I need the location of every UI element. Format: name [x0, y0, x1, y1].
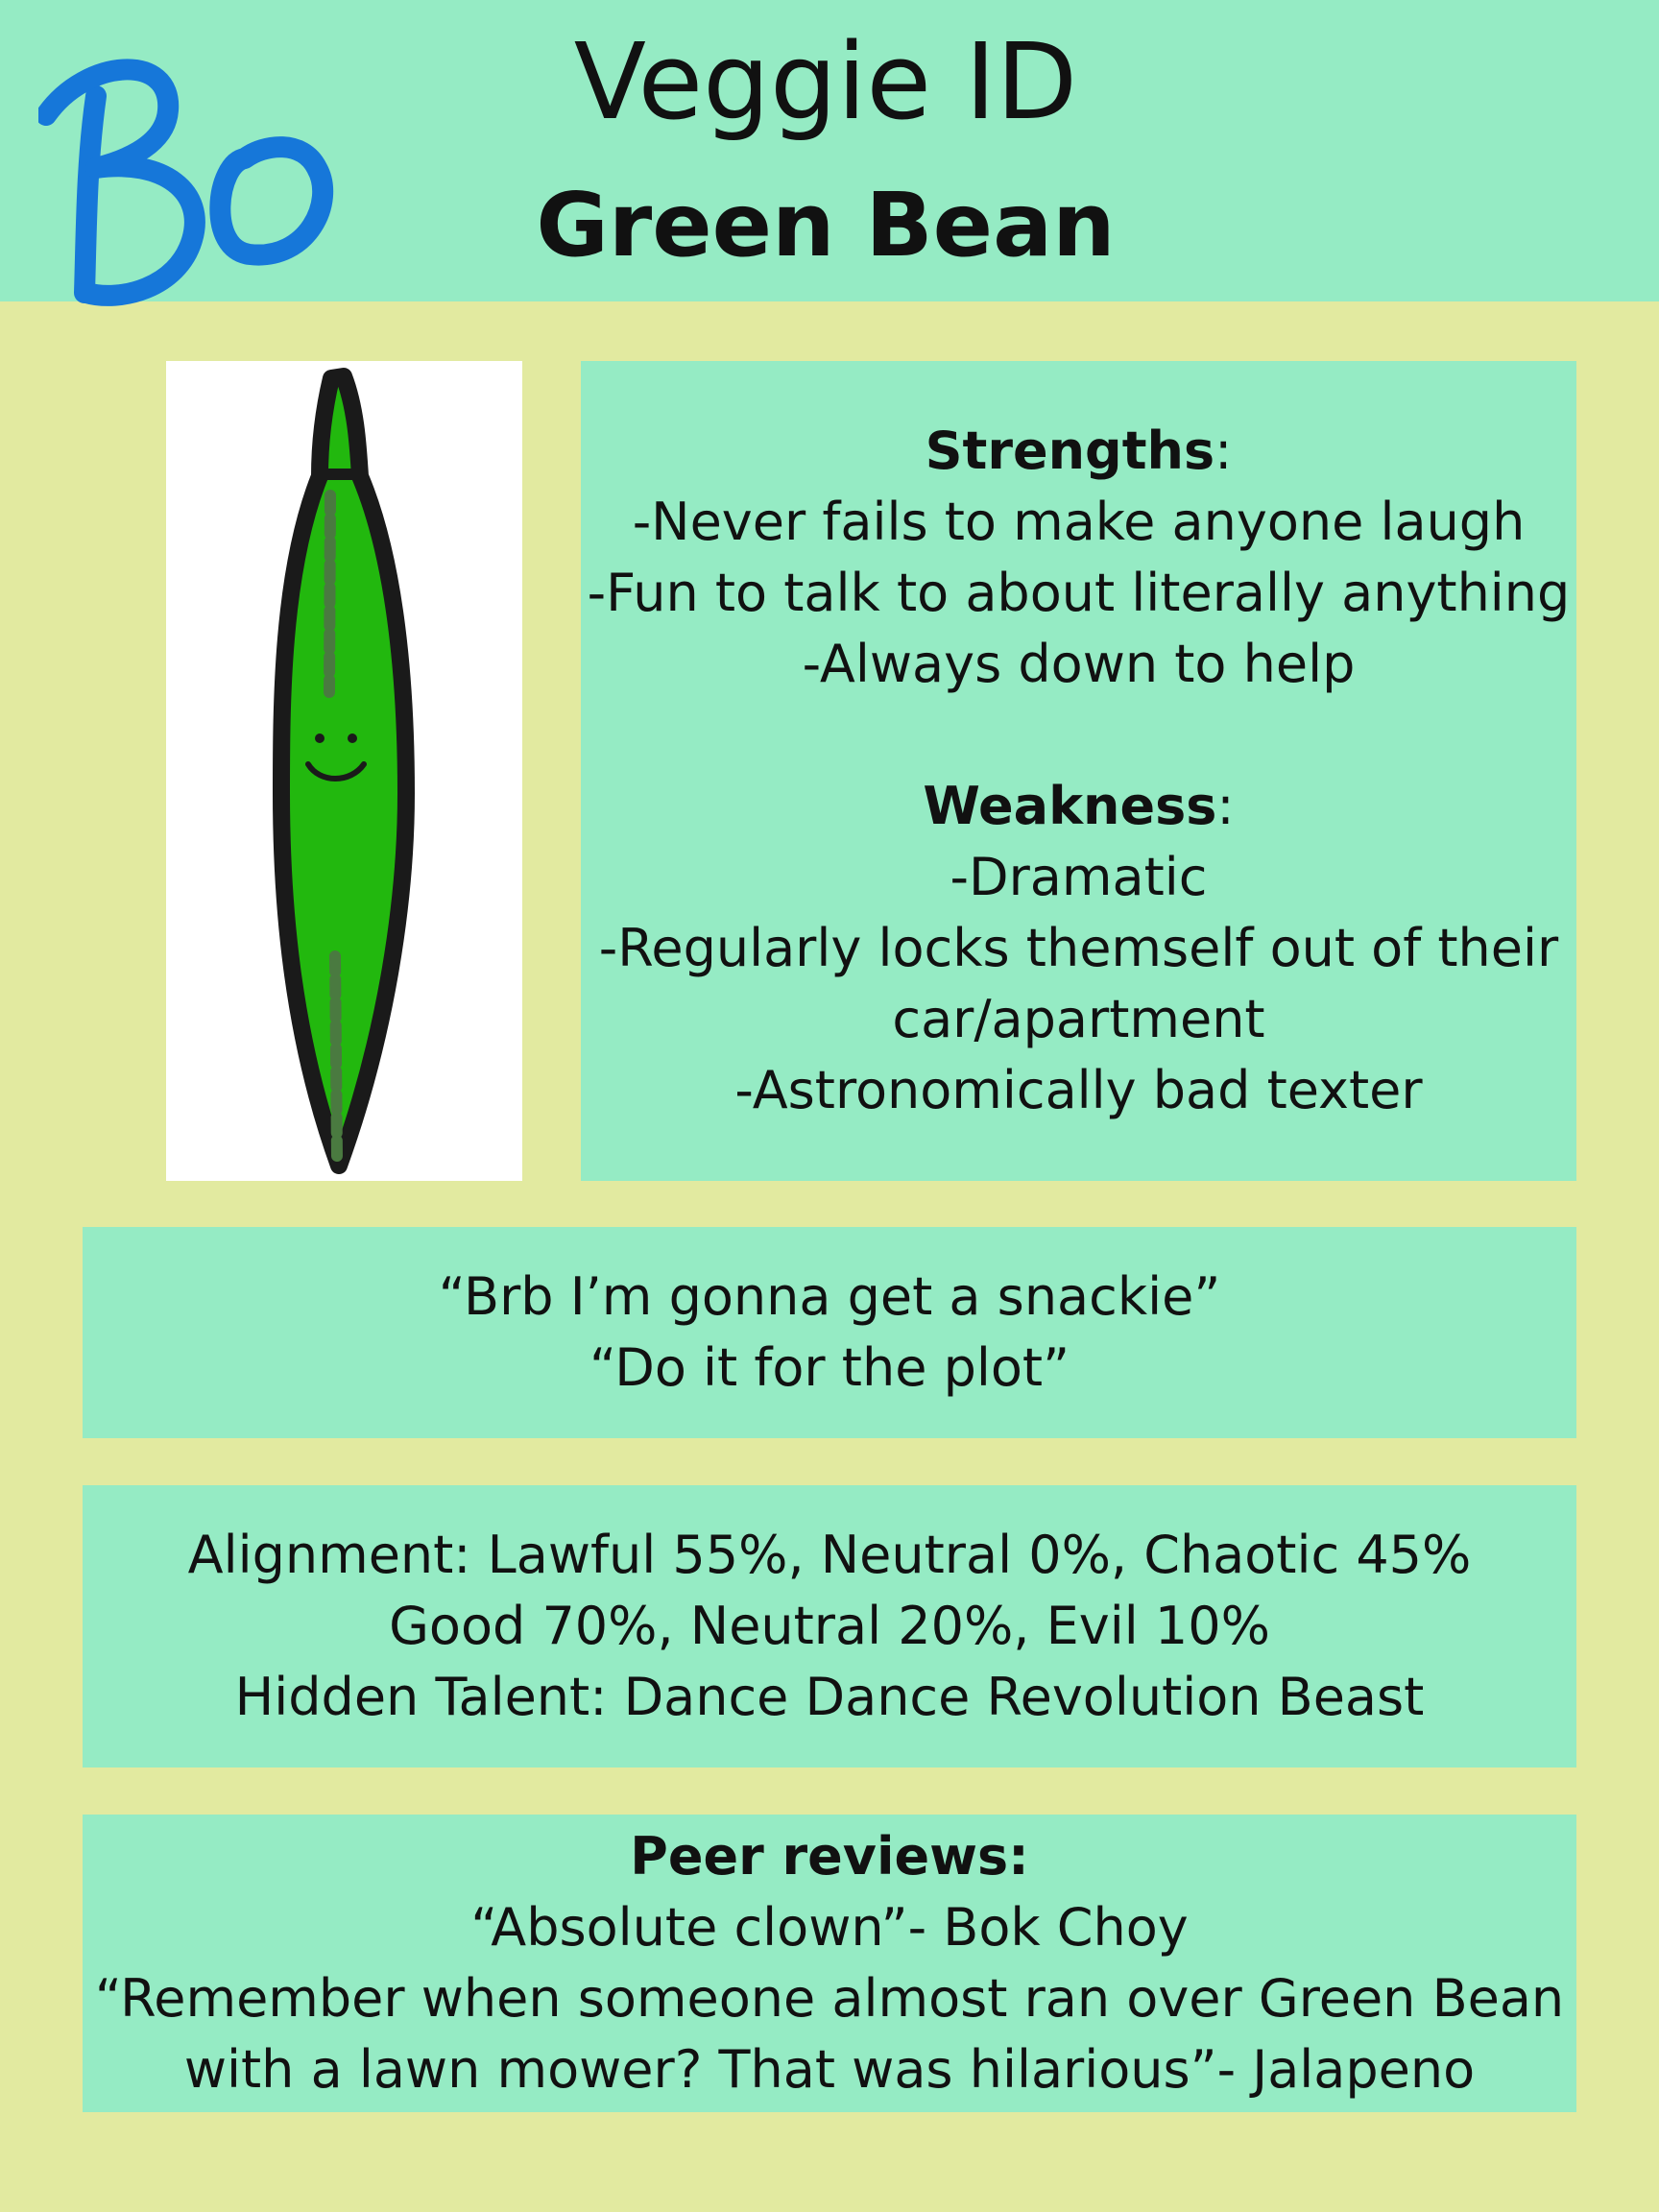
strength-item: -Never fails to make anyone laugh — [632, 492, 1526, 552]
quote-line: “Do it for the plot” — [589, 1337, 1070, 1398]
strengths-heading: Strengths — [925, 421, 1215, 481]
traits-panel: Strengths: -Never fails to make anyone l… — [581, 361, 1576, 1181]
page-title: Veggie ID — [573, 20, 1078, 143]
strengths-heading-line: Strengths: — [925, 421, 1233, 481]
header-banner: Veggie ID Green Bean — [0, 0, 1659, 306]
strength-item: -Fun to talk to about literally anything — [587, 563, 1571, 623]
bo-logo — [38, 59, 334, 306]
green-bean-icon — [273, 368, 415, 1174]
alignment-line: Alignment: Lawful 55%, Neutral 0%, Chaot… — [187, 1525, 1472, 1585]
weakness-heading: Weakness — [923, 776, 1217, 836]
peer-reviews-heading: Peer reviews: — [630, 1821, 1028, 1892]
strength-item: -Always down to help — [802, 634, 1356, 694]
weakness-item: -Regularly locks themself out of their — [598, 918, 1559, 978]
peer-reviews-heading-text: Peer reviews: — [630, 1826, 1029, 1887]
morality-line: Good 70%, Neutral 20%, Evil 10% — [389, 1596, 1270, 1656]
weakness-item: -Dramatic — [950, 847, 1208, 907]
veggie-name: Green Bean — [536, 174, 1116, 276]
alignment-panel: Alignment: Lawful 55%, Neutral 0%, Chaot… — [83, 1485, 1576, 1767]
weakness-item: car/apartment — [892, 989, 1265, 1049]
quote-line: “Brb I’m gonna get a snackie” — [438, 1266, 1221, 1327]
weakness-heading-line: Weakness: — [923, 776, 1235, 836]
green-bean-illustration — [166, 361, 522, 1181]
weakness-item: -Astronomically bad texter — [734, 1060, 1423, 1120]
review-line: “Remember when someone almost ran over G… — [94, 1968, 1565, 2029]
review-line: with a lawn mower? That was hilarious”- … — [183, 2039, 1476, 2100]
quotes-panel: “Brb I’m gonna get a snackie” “Do it for… — [83, 1227, 1576, 1438]
peer-reviews-panel: Peer reviews: “Absolute clown”- Bok Choy… — [83, 1815, 1576, 2112]
hidden-talent-line: Hidden Talent: Dance Dance Revolution Be… — [234, 1667, 1425, 1727]
review-line: “Absolute clown”- Bok Choy — [470, 1897, 1189, 1958]
